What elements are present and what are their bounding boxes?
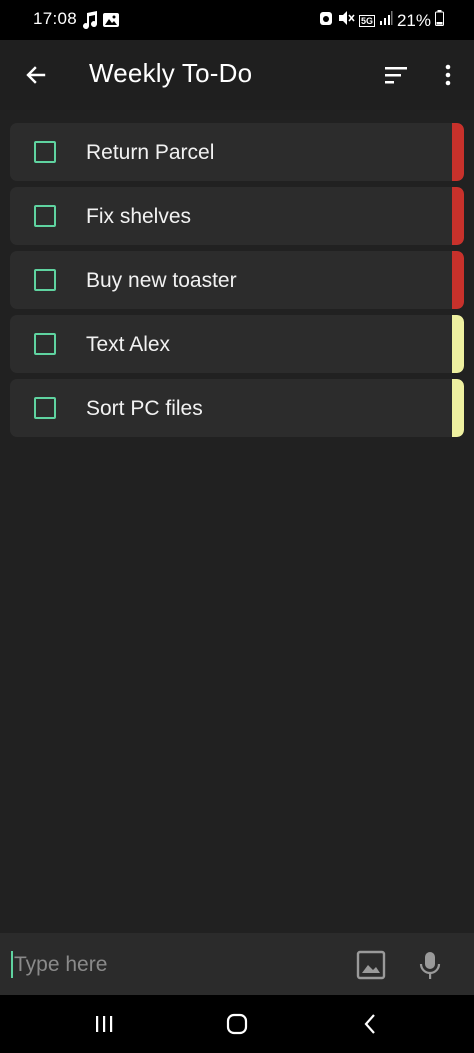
task-label: Return Parcel [86,141,215,164]
task-item[interactable]: Text Alex [10,315,464,373]
home-button[interactable] [217,1009,257,1039]
input-bar [0,933,474,995]
5g-icon: 5G [358,14,375,27]
status-bar: 17:08 5G 21% [0,0,474,40]
task-list: Return Parcel Fix shelves Buy new toaste… [10,123,464,443]
task-checkbox[interactable] [34,397,56,419]
signal-icon [379,10,393,31]
more-vert-icon [445,64,451,86]
image-icon [356,950,386,980]
task-item[interactable]: Fix shelves [10,187,464,245]
task-checkbox[interactable] [34,269,56,291]
priority-indicator [452,251,464,309]
back-button[interactable] [18,57,54,93]
priority-indicator [452,315,464,373]
mute-icon [337,9,355,32]
screen: 17:08 5G 21% Weekly To-Do Return Parcel … [0,0,474,1053]
system-nav-bar [0,995,474,1053]
battery-icon [435,10,444,31]
image-icon [102,10,120,30]
priority-indicator [452,123,464,181]
page-title: Weekly To-Do [89,58,253,88]
priority-indicator [452,187,464,245]
status-right: 5G 21% [319,9,444,32]
voice-input-button[interactable] [415,949,445,981]
new-task-input[interactable] [12,945,316,985]
task-label: Buy new toaster [86,269,237,292]
sort-icon [385,67,407,84]
battery-percent: 21% [396,10,431,30]
sort-button[interactable] [378,57,414,93]
recents-button[interactable] [84,1009,124,1039]
task-checkbox[interactable] [34,205,56,227]
task-item[interactable]: Buy new toaster [10,251,464,309]
system-back-button[interactable] [350,1009,390,1039]
music-note-icon [83,10,99,30]
home-icon [226,1013,248,1035]
status-time: 17:08 [33,9,78,28]
task-item[interactable]: Return Parcel [10,123,464,181]
alarm-icon [319,9,333,32]
arrow-left-icon [26,66,46,84]
task-item[interactable]: Sort PC files [10,379,464,437]
recents-icon [96,1016,113,1032]
app-bar: Weekly To-Do [0,40,474,110]
add-image-button[interactable] [355,949,387,981]
task-checkbox[interactable] [34,141,56,163]
task-label: Fix shelves [86,205,192,228]
task-checkbox[interactable] [34,333,56,355]
mic-icon [419,952,441,979]
priority-indicator [452,379,464,437]
task-label: Sort PC files [86,397,203,420]
more-options-button[interactable] [430,57,466,93]
task-label: Text Alex [86,333,171,356]
back-icon [364,1014,375,1034]
